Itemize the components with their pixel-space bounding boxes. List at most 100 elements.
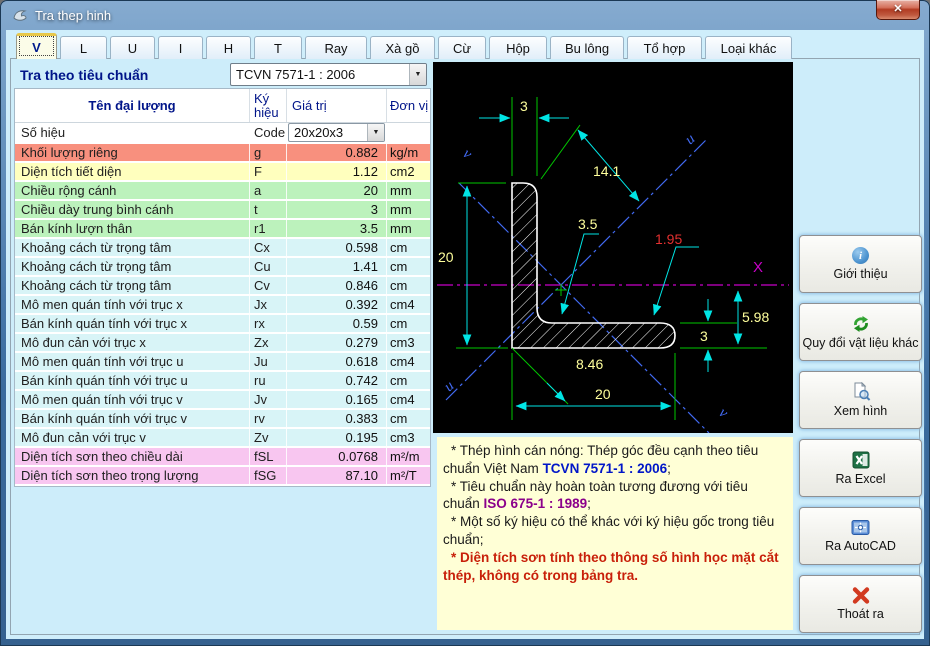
convert-material-button[interactable]: Quy đổi vật liệu khác bbox=[799, 303, 922, 361]
row-symbol: Code bbox=[250, 123, 287, 142]
row-name: Bán kính quán tính với trục v bbox=[15, 410, 250, 427]
row-value: 0.598 bbox=[287, 239, 387, 256]
row-value: 0.383 bbox=[287, 410, 387, 427]
row-name: Mô men quán tính với trục x bbox=[15, 296, 250, 313]
row-name: Khoảng cách từ trọng tâm bbox=[15, 277, 250, 294]
dim-height: 20 bbox=[438, 249, 454, 265]
info-icon: i bbox=[852, 247, 869, 264]
export-autocad-button-label: Ra AutoCAD bbox=[825, 539, 896, 553]
tab-label: U bbox=[128, 41, 137, 56]
row-unit: cm4 bbox=[387, 296, 430, 313]
export-autocad-button[interactable]: Ra AutoCAD bbox=[799, 507, 922, 565]
table-row: Diện tích sơn theo trọng lượngfSG87.10m²… bbox=[15, 467, 430, 486]
tab-cừ[interactable]: Cừ bbox=[438, 36, 486, 59]
tab-label: Ray bbox=[324, 41, 347, 56]
export-excel-button-label: Ra Excel bbox=[835, 472, 885, 486]
row-symbol: rx bbox=[250, 315, 287, 332]
table-row: Mô đun cản với trục xZx0.279cm3 bbox=[15, 334, 430, 353]
row-unit: mm bbox=[387, 220, 430, 237]
row-unit: cm bbox=[387, 239, 430, 256]
tab-ray[interactable]: Ray bbox=[305, 36, 367, 59]
note-line-3: * Một số ký hiệu có thể khác với ký hiệu… bbox=[443, 513, 785, 549]
header-symbol: Ký hiệu bbox=[250, 89, 287, 122]
table-row: Bán kính quán tính với trục uru0.742cm bbox=[15, 372, 430, 391]
row-symbol: Cv bbox=[250, 277, 287, 294]
view-image-button[interactable]: Xem hình bbox=[799, 371, 922, 429]
row-symbol: r1 bbox=[250, 220, 287, 237]
standard-select-value: TCVN 7571-1 : 2006 bbox=[231, 64, 409, 85]
row-symbol: fSG bbox=[250, 467, 287, 484]
row-unit: cm2 bbox=[387, 163, 430, 180]
exit-button[interactable]: Thoát ra bbox=[799, 575, 922, 633]
tab-label: Tổ hợp bbox=[644, 41, 686, 56]
close-button[interactable]: ✕ bbox=[876, 0, 920, 20]
row-name: Mô đun cản với trục x bbox=[15, 334, 250, 351]
standard-reference: TCVN 7571-1 : 2006 bbox=[543, 461, 668, 476]
tab-label: Cừ bbox=[453, 41, 471, 56]
about-button[interactable]: i Giới thiệu bbox=[799, 235, 922, 293]
header-value: Giá trị bbox=[287, 89, 387, 122]
row-name: Số hiệu bbox=[15, 123, 250, 142]
tab-label: H bbox=[224, 41, 233, 56]
row-symbol: F bbox=[250, 163, 287, 180]
tab-bu-lông[interactable]: Bu lông bbox=[550, 36, 624, 59]
tab-label: Loại khác bbox=[721, 41, 777, 56]
tab-loại-khác[interactable]: Loại khác bbox=[705, 36, 792, 59]
table-row: Chiều dày trung bình cánht3mm bbox=[15, 201, 430, 220]
window-title: Tra thep hinh bbox=[35, 8, 111, 23]
tab-h[interactable]: H bbox=[206, 36, 251, 59]
row-value: 20x20x3 ▼ bbox=[287, 123, 387, 142]
export-excel-button[interactable]: Ra Excel bbox=[799, 439, 922, 497]
app-window: Tra thep hinh ✕ VL U I H T Ray Xà gồ Cừ HộpBu lô… bbox=[0, 0, 930, 646]
row-name: Bán kính quán tính với trục x bbox=[15, 315, 250, 332]
table-row: Mô đun cản với trục vZv0.195cm3 bbox=[15, 429, 430, 448]
note-line-2: * Tiêu chuẩn này hoàn toàn tương đương v… bbox=[443, 478, 785, 514]
tab-xà-gồ[interactable]: Xà gồ bbox=[370, 36, 435, 59]
note-line-1: * Thép hình cán nóng: Thép góc đều cạnh … bbox=[443, 442, 785, 478]
x-axis-label: X bbox=[753, 259, 763, 276]
tab-i[interactable]: I bbox=[158, 36, 203, 59]
row-unit: cm bbox=[387, 372, 430, 389]
header-name: Tên đại lượng bbox=[15, 89, 250, 122]
size-select[interactable]: 20x20x3 ▼ bbox=[288, 123, 385, 142]
row-value: 0.279 bbox=[287, 334, 387, 351]
row-unit: cm3 bbox=[387, 334, 430, 351]
tab-t[interactable]: T bbox=[254, 36, 302, 59]
table-row: Bán kính quán tính với trục xrx0.59cm bbox=[15, 315, 430, 334]
row-value: 20 bbox=[287, 182, 387, 199]
view-image-button-label: Xem hình bbox=[834, 404, 888, 418]
row-unit: cm bbox=[387, 410, 430, 427]
row-name: Khoảng cách từ trọng tâm bbox=[15, 258, 250, 275]
chevron-down-icon[interactable]: ▼ bbox=[367, 124, 384, 141]
dim-diag-u: 14.1 bbox=[593, 163, 620, 179]
dim-tip-radius: 1.95 bbox=[655, 231, 682, 247]
tab-tổ-hợp[interactable]: Tổ hợp bbox=[627, 36, 702, 59]
tab-u[interactable]: U bbox=[110, 36, 155, 59]
standard-select[interactable]: TCVN 7571-1 : 2006 ▼ bbox=[230, 63, 427, 86]
size-select-value: 20x20x3 bbox=[289, 124, 367, 141]
about-button-label: Giới thiệu bbox=[833, 267, 887, 281]
row-symbol: Zx bbox=[250, 334, 287, 351]
app-icon bbox=[12, 7, 28, 23]
view-image-icon bbox=[851, 382, 871, 401]
iso-reference: ISO 675-1 : 1989 bbox=[484, 496, 588, 511]
tab-v[interactable]: V bbox=[16, 33, 57, 59]
chevron-down-icon[interactable]: ▼ bbox=[409, 64, 426, 85]
tab-page: VL U I H T Ray Xà gồ Cừ HộpBu lông Tổ hợp Loại khá… bbox=[6, 30, 924, 639]
header-unit: Đơn vị bbox=[387, 89, 430, 122]
dim-thickness-top: 3 bbox=[520, 98, 528, 114]
row-value: 0.59 bbox=[287, 315, 387, 332]
table-body: Khối lượng riêngg0.882kg/mDiện tích tiết… bbox=[15, 144, 430, 486]
row-value: 1.12 bbox=[287, 163, 387, 180]
convert-icon bbox=[851, 315, 871, 333]
standard-label: Tra theo tiêu chuẩn bbox=[20, 67, 148, 83]
tab-l[interactable]: L bbox=[60, 36, 107, 59]
row-unit: cm bbox=[387, 315, 430, 332]
row-unit: mm bbox=[387, 182, 430, 199]
table-row: Diện tích tiết diệnF1.12cm2 bbox=[15, 163, 430, 182]
row-unit: kg/m bbox=[387, 144, 430, 161]
row-symbol: Zv bbox=[250, 429, 287, 446]
tab-label: I bbox=[179, 41, 183, 56]
table-row: Mô men quán tính với trục vJv0.165cm4 bbox=[15, 391, 430, 410]
tab-hộp[interactable]: Hộp bbox=[489, 36, 547, 59]
